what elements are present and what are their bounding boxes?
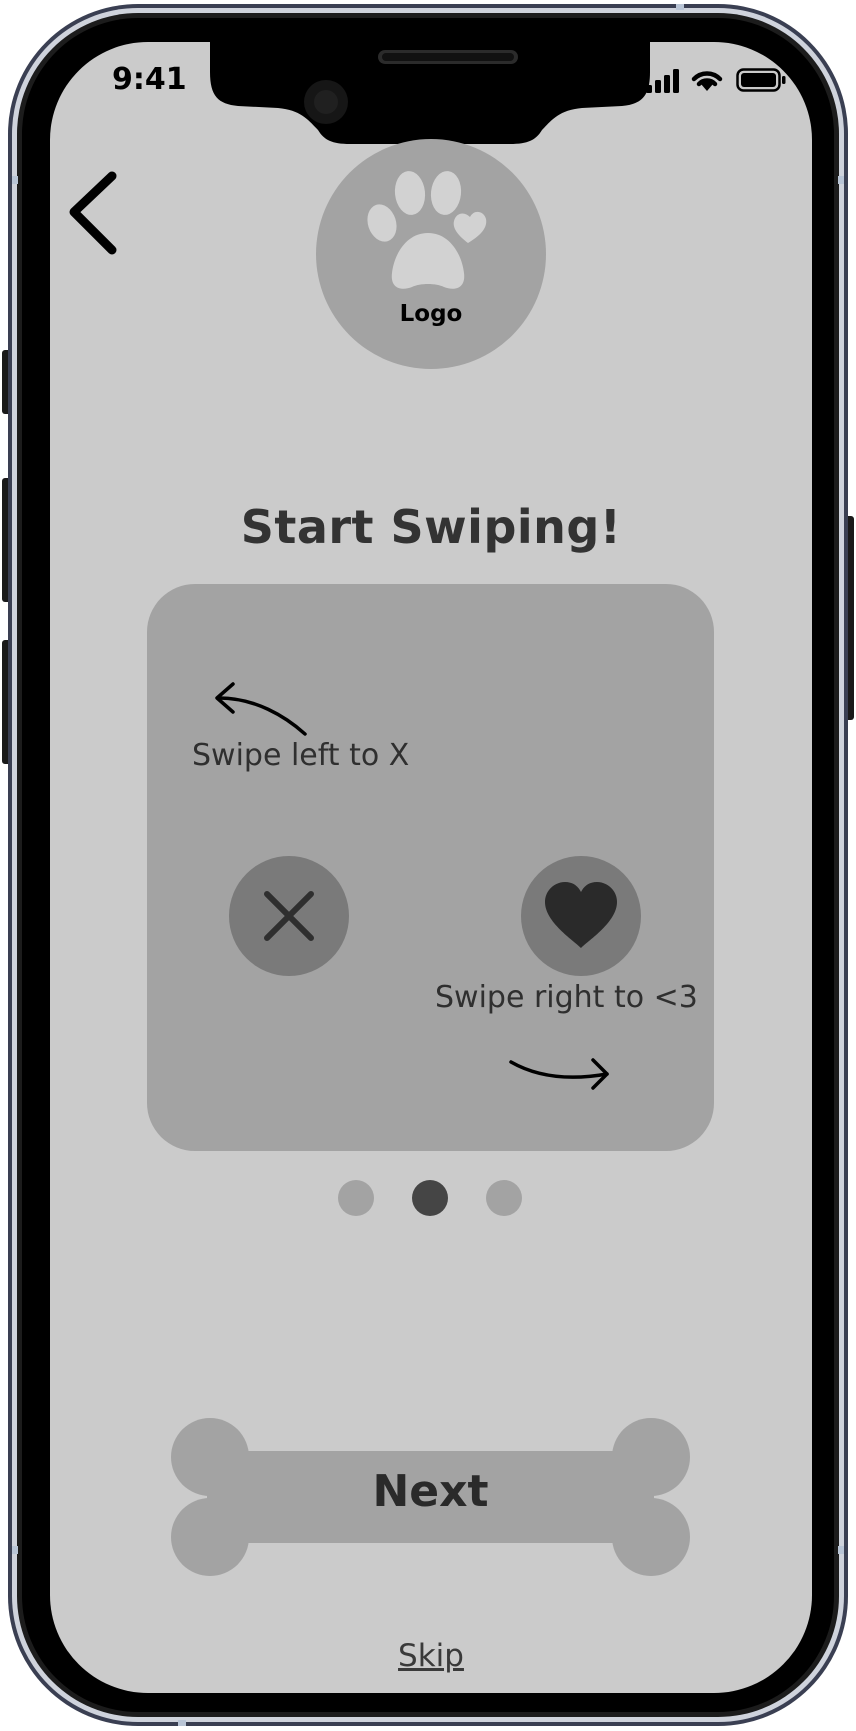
wifi-icon [691, 71, 723, 91]
page-dot-1[interactable] [338, 1180, 374, 1216]
reject-button[interactable] [229, 856, 349, 976]
swipe-right-hint: Swipe right to <3 [435, 980, 698, 1015]
arrow-right-icon [509, 1058, 609, 1090]
back-chevron-icon[interactable] [66, 164, 130, 264]
page-dot-2-active[interactable] [412, 1180, 448, 1216]
app-screen: 9:41 Logo Start Swiping! Swipe left to X… [50, 42, 812, 1693]
app-logo: Logo [316, 139, 546, 369]
logo-label: Logo [399, 301, 463, 327]
battery-icon [736, 68, 786, 92]
page-dot-3[interactable] [486, 1180, 522, 1216]
next-button[interactable]: Next [171, 1418, 690, 1576]
signal-icon [646, 69, 679, 93]
swipe-tutorial-card: Swipe left to X Swipe right to <3 [147, 584, 714, 1151]
notch [210, 42, 650, 144]
status-time: 9:41 [112, 62, 187, 97]
heart-icon [545, 882, 617, 948]
swipe-left-hint: Swipe left to X [192, 738, 410, 773]
next-button-label: Next [372, 1466, 489, 1517]
close-icon [264, 891, 314, 941]
like-button[interactable] [521, 856, 641, 976]
paw-heart-icon [367, 171, 487, 289]
page-title: Start Swiping! [240, 500, 622, 554]
arrow-left-icon [215, 682, 307, 736]
skip-link[interactable]: Skip [50, 1638, 812, 1674]
